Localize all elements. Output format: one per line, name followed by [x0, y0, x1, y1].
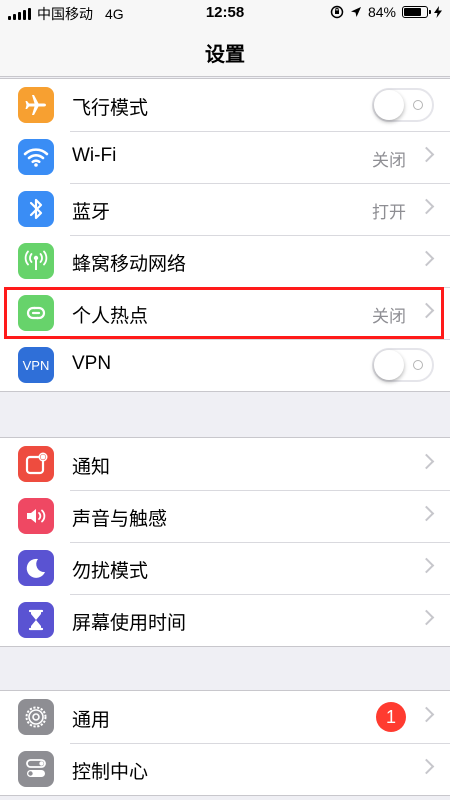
chevron-right-icon — [418, 250, 435, 267]
toggle-knob — [374, 350, 404, 380]
vpn-icon-text: VPN — [22, 357, 50, 373]
control-center-icon — [18, 751, 54, 787]
general-group: 通用 1 控制中心 — [0, 690, 450, 796]
row-label: 通知 — [72, 457, 111, 478]
chevron-right-icon — [418, 146, 435, 163]
chevron-right-icon — [418, 505, 435, 522]
airplane-icon — [18, 87, 54, 123]
status-right: 84% — [330, 4, 442, 20]
page-title: 设置 — [205, 44, 245, 66]
antenna-icon — [18, 243, 54, 279]
notifications-icon — [18, 446, 54, 482]
battery-icon — [402, 6, 431, 18]
row-value: 关闭 — [372, 151, 406, 170]
settings-row-do-not-disturb[interactable]: 勿扰模式 — [0, 542, 450, 594]
row-label: 屏幕使用时间 — [72, 613, 187, 634]
settings-row-personal-hotspot[interactable]: 个人热点 关闭 — [0, 287, 450, 339]
update-badge: 1 — [376, 702, 406, 732]
row-label: 控制中心 — [72, 762, 149, 783]
chevron-right-icon — [418, 557, 435, 574]
chevron-right-icon — [418, 706, 435, 723]
chevron-right-icon — [418, 758, 435, 775]
settings-row-sounds[interactable]: 声音与触感 — [0, 490, 450, 542]
toggle-off-indicator — [413, 100, 423, 110]
settings-row-cellular[interactable]: 蜂窝移动网络 — [0, 235, 450, 287]
bluetooth-icon — [18, 191, 54, 227]
orientation-lock-icon — [330, 5, 344, 19]
moon-icon — [18, 550, 54, 586]
settings-row-notifications[interactable]: 通知 — [0, 438, 450, 490]
row-label: VPN — [72, 353, 112, 374]
toggle-off-indicator — [413, 360, 423, 370]
connectivity-group: 飞行模式 Wi-Fi 关闭 蓝牙 打开 蜂窝移动网络 个人热点 关闭 VPN V… — [0, 78, 450, 392]
gear-icon — [18, 699, 54, 735]
vpn-icon: VPN — [18, 347, 54, 383]
battery-percent: 84% — [367, 4, 396, 20]
row-value: 关闭 — [372, 307, 406, 326]
chevron-right-icon — [418, 302, 435, 319]
hotspot-icon — [18, 295, 54, 331]
row-label: 蓝牙 — [72, 202, 111, 223]
settings-row-wifi[interactable]: Wi-Fi 关闭 — [0, 131, 450, 183]
row-label: 通用 — [72, 710, 111, 731]
speaker-icon — [18, 498, 54, 534]
nav-bar: 设置 — [0, 26, 450, 77]
airplane-mode-toggle[interactable] — [372, 88, 434, 122]
row-label: 个人热点 — [72, 306, 149, 327]
location-icon — [350, 7, 361, 17]
settings-row-bluetooth[interactable]: 蓝牙 打开 — [0, 183, 450, 235]
battery-fill — [404, 8, 421, 16]
settings-row-airplane-mode[interactable]: 飞行模式 — [0, 79, 450, 131]
settings-row-screen-time[interactable]: 屏幕使用时间 — [0, 594, 450, 646]
chevron-right-icon — [418, 198, 435, 215]
notifications-group: 通知 声音与触感 勿扰模式 屏幕使用时间 — [0, 437, 450, 647]
chevron-right-icon — [418, 453, 435, 470]
row-label: 飞行模式 — [72, 98, 149, 119]
settings-row-control-center[interactable]: 控制中心 — [0, 743, 450, 795]
hourglass-icon — [18, 602, 54, 638]
settings-row-general[interactable]: 通用 1 — [0, 691, 450, 743]
row-label: 声音与触感 — [72, 509, 168, 530]
row-value: 打开 — [372, 203, 406, 222]
row-label: 蜂窝移动网络 — [72, 254, 187, 275]
status-bar: 中国移动 4G 12:58 84% — [0, 0, 450, 26]
row-label: Wi-Fi — [72, 145, 117, 166]
vpn-toggle[interactable] — [372, 348, 434, 382]
chevron-right-icon — [418, 609, 435, 626]
charging-icon — [434, 6, 442, 18]
row-label: 勿扰模式 — [72, 561, 149, 582]
toggle-knob — [374, 90, 404, 120]
wifi-icon — [18, 139, 54, 175]
settings-row-vpn[interactable]: VPN VPN — [0, 339, 450, 391]
